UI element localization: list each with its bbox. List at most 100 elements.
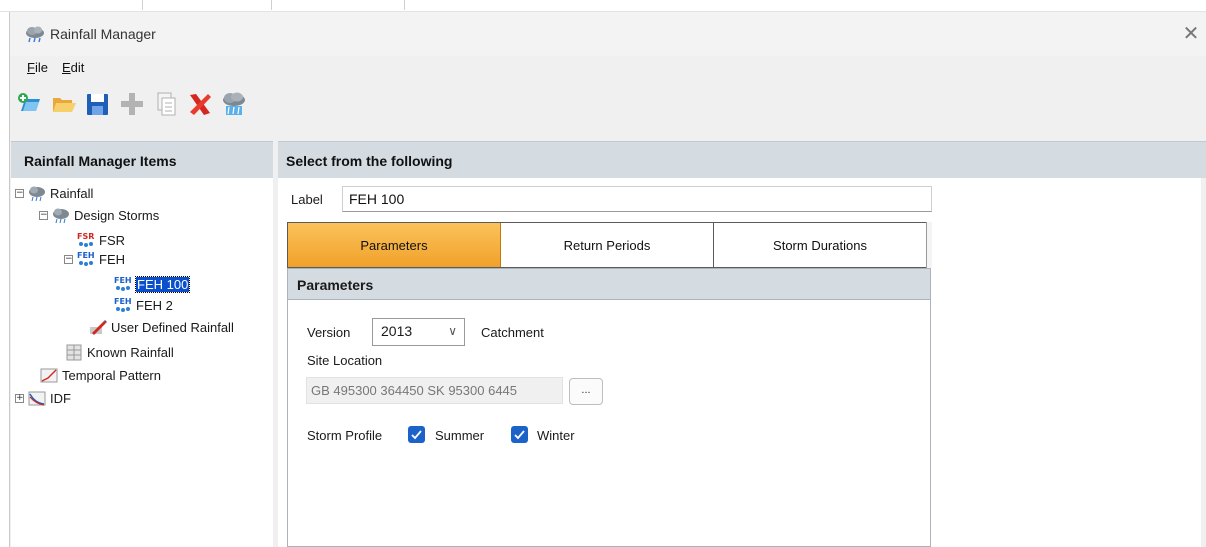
tree-label: FEH [99, 251, 125, 267]
strip-separator [404, 0, 405, 10]
window-title: Rainfall Manager [50, 26, 156, 42]
feh-icon: FEH [77, 251, 95, 266]
collapse-icon[interactable]: − [39, 210, 48, 220]
tree-label: Temporal Pattern [62, 367, 161, 383]
save-button[interactable] [84, 90, 112, 118]
svg-text:FSR: FSR [77, 232, 94, 241]
svg-text:FEH: FEH [114, 297, 132, 306]
feh-icon: FEH [114, 297, 132, 312]
tab-label: Storm Durations [773, 237, 867, 253]
tab-return-periods[interactable]: Return Periods [501, 223, 714, 267]
left-panel-title: Rainfall Manager Items [24, 153, 177, 169]
tab-storm-durations[interactable]: Storm Durations [714, 223, 926, 267]
title-bar: Rainfall Manager ✕ [10, 12, 1206, 56]
strip-separator [142, 0, 143, 10]
tree-label: Known Rainfall [87, 344, 174, 360]
site-location-field[interactable]: GB 495300 364450 SK 95300 6445 [306, 377, 563, 404]
right-panel-header: Select from the following [278, 141, 1206, 178]
checkmark-icon [411, 430, 422, 440]
collapse-icon[interactable]: − [15, 188, 24, 198]
tree-item-fsr[interactable]: FSR FSR [76, 231, 125, 249]
menu-file-label: ile [34, 60, 48, 75]
background-window-strip [0, 0, 1206, 12]
tree-label: Rainfall [50, 185, 94, 201]
save-icon [87, 94, 108, 115]
rainfall-button[interactable] [220, 90, 248, 118]
open-button[interactable] [50, 90, 78, 118]
tree-label: IDF [50, 390, 71, 406]
line-chart-icon [40, 368, 58, 383]
checkmark-icon [514, 430, 525, 440]
catchment-label: Catchment [481, 325, 544, 340]
browse-label: ... [581, 384, 591, 396]
rain-cloud-icon [26, 26, 44, 43]
open-folder-icon [53, 98, 76, 112]
menu-edit-label: dit [70, 60, 85, 75]
version-label: Version [307, 325, 351, 340]
tree-pane [11, 178, 273, 547]
site-location-value: GB 495300 364450 SK 95300 6445 [311, 383, 518, 398]
summer-checkbox[interactable] [408, 426, 425, 443]
tree-label: User Defined Rainfall [111, 319, 234, 335]
copy-button[interactable] [152, 90, 180, 118]
tab-label: Return Periods [563, 237, 651, 253]
rain-cloud-icon [53, 208, 69, 224]
left-panel-header: Rainfall Manager Items [11, 141, 273, 178]
menu-file[interactable]: File [27, 60, 48, 75]
tree-item-feh-100[interactable]: FEH FEH 100 [113, 275, 191, 293]
tree-label: Design Storms [74, 207, 160, 223]
menu-edit-accel: E [62, 60, 71, 75]
collapse-icon[interactable]: − [64, 254, 73, 264]
summer-label: Summer [435, 428, 485, 443]
label-caption: Label [291, 192, 323, 207]
tab-label: Parameters [360, 237, 428, 253]
menu-file-accel: F [27, 60, 35, 75]
storm-profile-label: Storm Profile [307, 428, 383, 443]
curve-chart-icon [28, 391, 46, 406]
tab-scroll-edge [926, 222, 932, 268]
add-button[interactable] [118, 90, 146, 118]
tree-label: FSR [99, 232, 125, 248]
menu-edit[interactable]: Edit [62, 60, 84, 75]
copy-icon [157, 92, 176, 116]
tree-item-design-storms[interactable]: − Design Storms [39, 206, 159, 224]
parameters-header: Parameters [288, 269, 930, 300]
window-right-edge [1201, 178, 1206, 547]
tree-item-user-defined-rainfall[interactable]: User Defined Rainfall [88, 318, 234, 336]
close-button[interactable]: ✕ [1176, 20, 1206, 48]
tree-label: FEH 2 [136, 297, 173, 313]
pencil-chart-icon [90, 320, 107, 335]
delete-icon [190, 94, 211, 115]
site-location-label: Site Location [307, 353, 383, 368]
table-icon [66, 344, 82, 361]
right-panel-title: Select from the following [286, 153, 453, 169]
version-select[interactable]: 2013 ∨ [372, 318, 465, 346]
delete-button[interactable] [186, 90, 214, 118]
menu-bar: File Edit [10, 57, 1206, 79]
tree-item-temporal-pattern[interactable]: Temporal Pattern [39, 366, 161, 384]
chevron-down-icon: ∨ [448, 324, 457, 338]
new-icon [18, 93, 40, 111]
winter-checkbox[interactable] [511, 426, 528, 443]
browse-button[interactable]: ... [569, 378, 603, 405]
close-icon: ✕ [1182, 23, 1200, 45]
add-icon [121, 93, 143, 115]
tree-item-feh-2[interactable]: FEH FEH 2 [113, 296, 173, 314]
tree-item-rainfall[interactable]: − Rainfall [15, 184, 93, 202]
winter-label: Winter [537, 428, 575, 443]
strip-separator [271, 0, 272, 10]
svg-text:FEH: FEH [77, 251, 95, 260]
tree-item-idf[interactable]: + IDF [15, 389, 71, 407]
svg-text:FEH: FEH [114, 276, 132, 285]
new-button[interactable] [16, 90, 44, 118]
tree-item-feh[interactable]: − FEH FEH [64, 250, 125, 268]
rain-cloud-icon [29, 186, 45, 202]
tree-item-known-rainfall[interactable]: Known Rainfall [64, 343, 174, 361]
label-input[interactable] [342, 186, 932, 212]
fsr-icon: FSR [77, 232, 94, 247]
toolbar [10, 84, 1206, 124]
parameters-title: Parameters [297, 277, 374, 293]
expand-icon[interactable]: + [15, 393, 24, 403]
tab-parameters[interactable]: Parameters [288, 223, 501, 267]
version-value: 2013 [381, 323, 413, 339]
